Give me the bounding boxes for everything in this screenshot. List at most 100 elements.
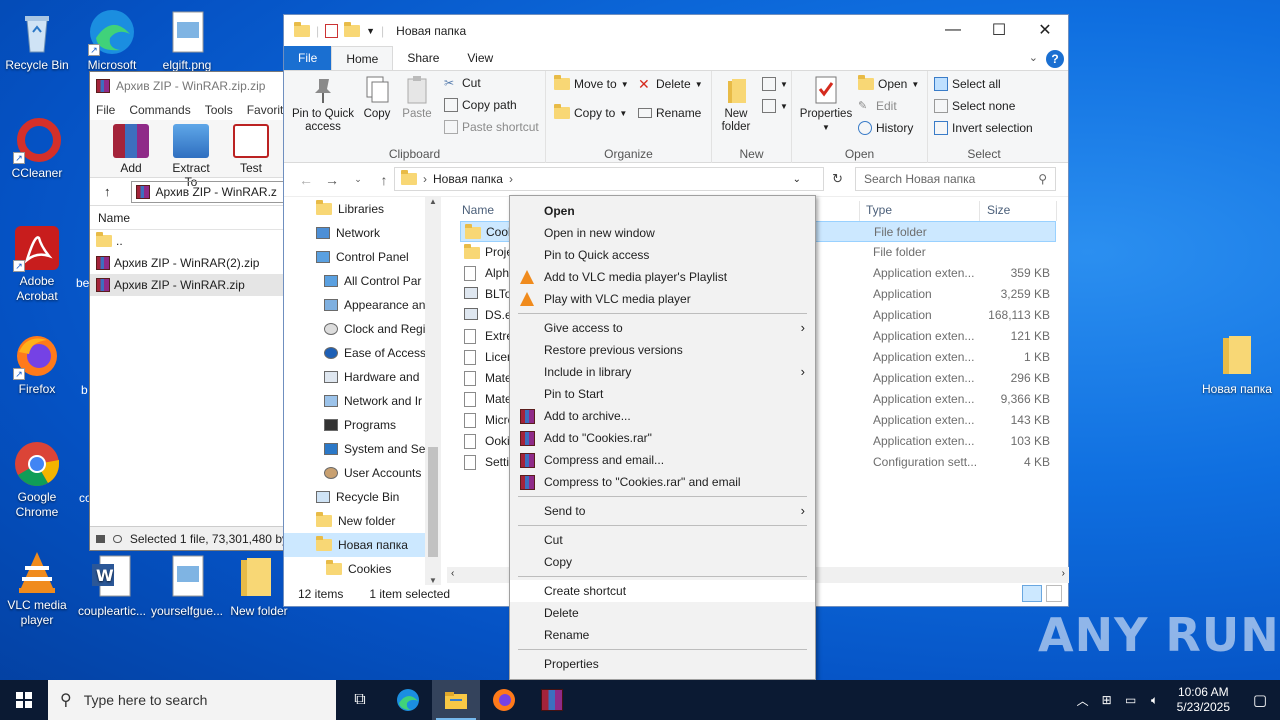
show-hidden-icons-chevron-icon[interactable]: ︿: [1071, 692, 1095, 709]
menu-item-vlc-play[interactable]: Play with VLC media player: [510, 288, 815, 310]
desktop-icon-edge[interactable]: ↗ Microsoft: [75, 8, 149, 73]
desktop-icon-ccleaner[interactable]: ↗ CCleaner: [0, 116, 74, 181]
scroll-up-icon[interactable]: ▲: [425, 197, 441, 206]
paste-shortcut-button[interactable]: Paste shortcut: [444, 120, 539, 134]
menu-item-send-to[interactable]: Send to ›: [510, 500, 815, 522]
address-bar[interactable]: › Новая папка › ⌄ ↻: [394, 167, 843, 191]
new-item-button[interactable]: ▼: [762, 77, 788, 91]
column-type[interactable]: Type: [866, 203, 892, 217]
menu-item-cut[interactable]: Cut: [510, 529, 815, 551]
select-all-button[interactable]: Select all: [934, 77, 1001, 91]
menu-item-rename[interactable]: Rename: [510, 624, 815, 646]
menu-item-give-access[interactable]: Give access to ›: [510, 317, 815, 339]
tab-share[interactable]: Share: [393, 46, 453, 70]
ethernet-icon[interactable]: ▭: [1119, 693, 1143, 707]
taskbar-search-box[interactable]: ⚲ Type here to search: [48, 680, 336, 720]
copy-to-button[interactable]: Copy to ▼: [554, 104, 627, 120]
delete-button[interactable]: ✕ Delete ▼: [638, 77, 703, 91]
menu-item-create-shortcut[interactable]: Create shortcut: [510, 580, 815, 602]
nav-pane-scrollbar[interactable]: ▲ ▼: [425, 197, 441, 585]
taskbar-firefox[interactable]: [480, 680, 528, 720]
history-button[interactable]: History: [858, 121, 913, 135]
taskbar-edge[interactable]: [384, 680, 432, 720]
desktop-icon-google-chrome[interactable]: Google Chrome: [0, 440, 74, 520]
menu-item-add-cookies-rar[interactable]: Add to "Cookies.rar": [510, 427, 815, 449]
easy-access-button[interactable]: ▼: [762, 99, 788, 113]
paste-button[interactable]: Paste: [400, 75, 434, 121]
tab-view[interactable]: View: [453, 46, 507, 70]
taskbar-file-explorer[interactable]: [432, 680, 480, 720]
desktop-icon-word-doc[interactable]: W coupleartic...: [75, 554, 149, 619]
search-box[interactable]: Search Новая папка ⚲: [855, 167, 1056, 191]
address-dropdown-icon[interactable]: ⌄: [793, 174, 801, 185]
winrar-test-button[interactable]: Test: [228, 124, 274, 177]
winrar-menu-commands[interactable]: Commands: [129, 103, 190, 117]
winrar-menu-tools[interactable]: Tools: [205, 103, 233, 117]
nav-item-new-folder[interactable]: New folder: [284, 509, 440, 533]
collapse-ribbon-icon[interactable]: ⌄: [1029, 51, 1038, 64]
clock[interactable]: 10:06 AM 5/23/2025: [1167, 685, 1240, 715]
scroll-right-icon[interactable]: ›: [1062, 568, 1065, 579]
scroll-left-icon[interactable]: ‹: [451, 568, 454, 579]
winrar-list-item[interactable]: ..: [90, 230, 288, 252]
network-status-icon[interactable]: ⊞: [1095, 693, 1119, 707]
winrar-add-button[interactable]: Add: [108, 124, 154, 177]
forward-arrow-icon[interactable]: →: [322, 172, 342, 188]
properties-quick-icon[interactable]: [325, 24, 339, 38]
nav-item-control-panel[interactable]: Control Panel: [284, 245, 440, 269]
pin-quick-access-button[interactable]: Pin to Quick access: [288, 75, 358, 134]
nav-item-network[interactable]: Network: [284, 221, 440, 245]
nav-item-appearance[interactable]: Appearance an: [284, 293, 440, 317]
move-to-button[interactable]: Move to ▼: [554, 75, 629, 91]
notification-center-icon[interactable]: ▢: [1240, 691, 1280, 709]
customize-quick-access-icon[interactable]: ▼: [366, 26, 375, 36]
menu-item-copy[interactable]: Copy: [510, 551, 815, 573]
column-size[interactable]: Size: [987, 203, 1010, 217]
winrar-window[interactable]: Архив ZIP - WinRAR.zip.zip File Commands…: [89, 71, 290, 551]
start-button[interactable]: [0, 680, 48, 720]
menu-item-open-new-window[interactable]: Open in new window: [510, 222, 815, 244]
open-button[interactable]: Open ▼: [858, 75, 919, 91]
menu-item-include-library[interactable]: Include in library ›: [510, 361, 815, 383]
nav-item-recycle-bin[interactable]: Recycle Bin: [284, 485, 440, 509]
winrar-path-field[interactable]: Архив ZIP - WinRAR.z: [130, 180, 288, 203]
winrar-list-item[interactable]: Архив ZIP - WinRAR(2).zip: [90, 252, 288, 274]
nav-item-system-security[interactable]: System and Se: [284, 437, 440, 461]
refresh-icon[interactable]: ↻: [832, 171, 843, 187]
nav-item-hardware[interactable]: Hardware and: [284, 365, 440, 389]
nav-item-ease-of-access[interactable]: Ease of Access: [284, 341, 440, 365]
winrar-extract-button[interactable]: Extract To: [168, 124, 214, 189]
menu-item-restore-versions[interactable]: Restore previous versions: [510, 339, 815, 361]
large-icons-view-icon[interactable]: [1046, 585, 1062, 602]
nav-item-programs[interactable]: Programs: [284, 413, 440, 437]
minimize-button[interactable]: —: [930, 15, 976, 45]
menu-item-compress-cookies-email[interactable]: Compress to "Cookies.rar" and email: [510, 471, 815, 493]
tab-file[interactable]: File: [284, 46, 332, 70]
properties-button[interactable]: Properties ▼: [798, 75, 854, 134]
nav-item-all-control-panel[interactable]: All Control Par: [284, 269, 440, 293]
nav-item-network-internet[interactable]: Network and Ir: [284, 389, 440, 413]
edit-button[interactable]: ✎ Edit: [858, 99, 897, 113]
taskbar-winrar[interactable]: [528, 680, 576, 720]
menu-item-pin-quick-access[interactable]: Pin to Quick access: [510, 244, 815, 266]
copy-path-button[interactable]: Copy path: [444, 98, 517, 112]
desktop-icon-adobe-acrobat[interactable]: ↗ Adobe Acrobat: [0, 224, 74, 304]
menu-item-delete[interactable]: Delete: [510, 602, 815, 624]
nav-item-libraries[interactable]: Libraries: [284, 197, 440, 221]
rename-button[interactable]: Rename: [638, 106, 701, 120]
tab-home[interactable]: Home: [331, 46, 394, 70]
up-arrow-icon[interactable]: ↑: [104, 184, 111, 199]
close-button[interactable]: ✕: [1022, 15, 1068, 45]
nav-item-clock[interactable]: Clock and Regi: [284, 317, 440, 341]
desktop-icon-novaya-papka[interactable]: Новая папка: [1197, 332, 1277, 397]
select-none-button[interactable]: Select none: [934, 99, 1015, 113]
desktop-icon-elgift[interactable]: elgift.png: [150, 8, 224, 73]
copy-button[interactable]: Copy: [360, 75, 394, 121]
recent-locations-chevron-icon[interactable]: ⌄: [348, 174, 368, 185]
help-icon[interactable]: ?: [1046, 50, 1064, 68]
winrar-titlebar[interactable]: Архив ZIP - WinRAR.zip.zip: [90, 72, 288, 100]
menu-item-compress-email[interactable]: Compress and email...: [510, 449, 815, 471]
back-arrow-icon[interactable]: ←: [296, 172, 316, 188]
menu-item-properties[interactable]: Properties: [510, 653, 815, 675]
winrar-column-header[interactable]: Name: [90, 206, 288, 230]
